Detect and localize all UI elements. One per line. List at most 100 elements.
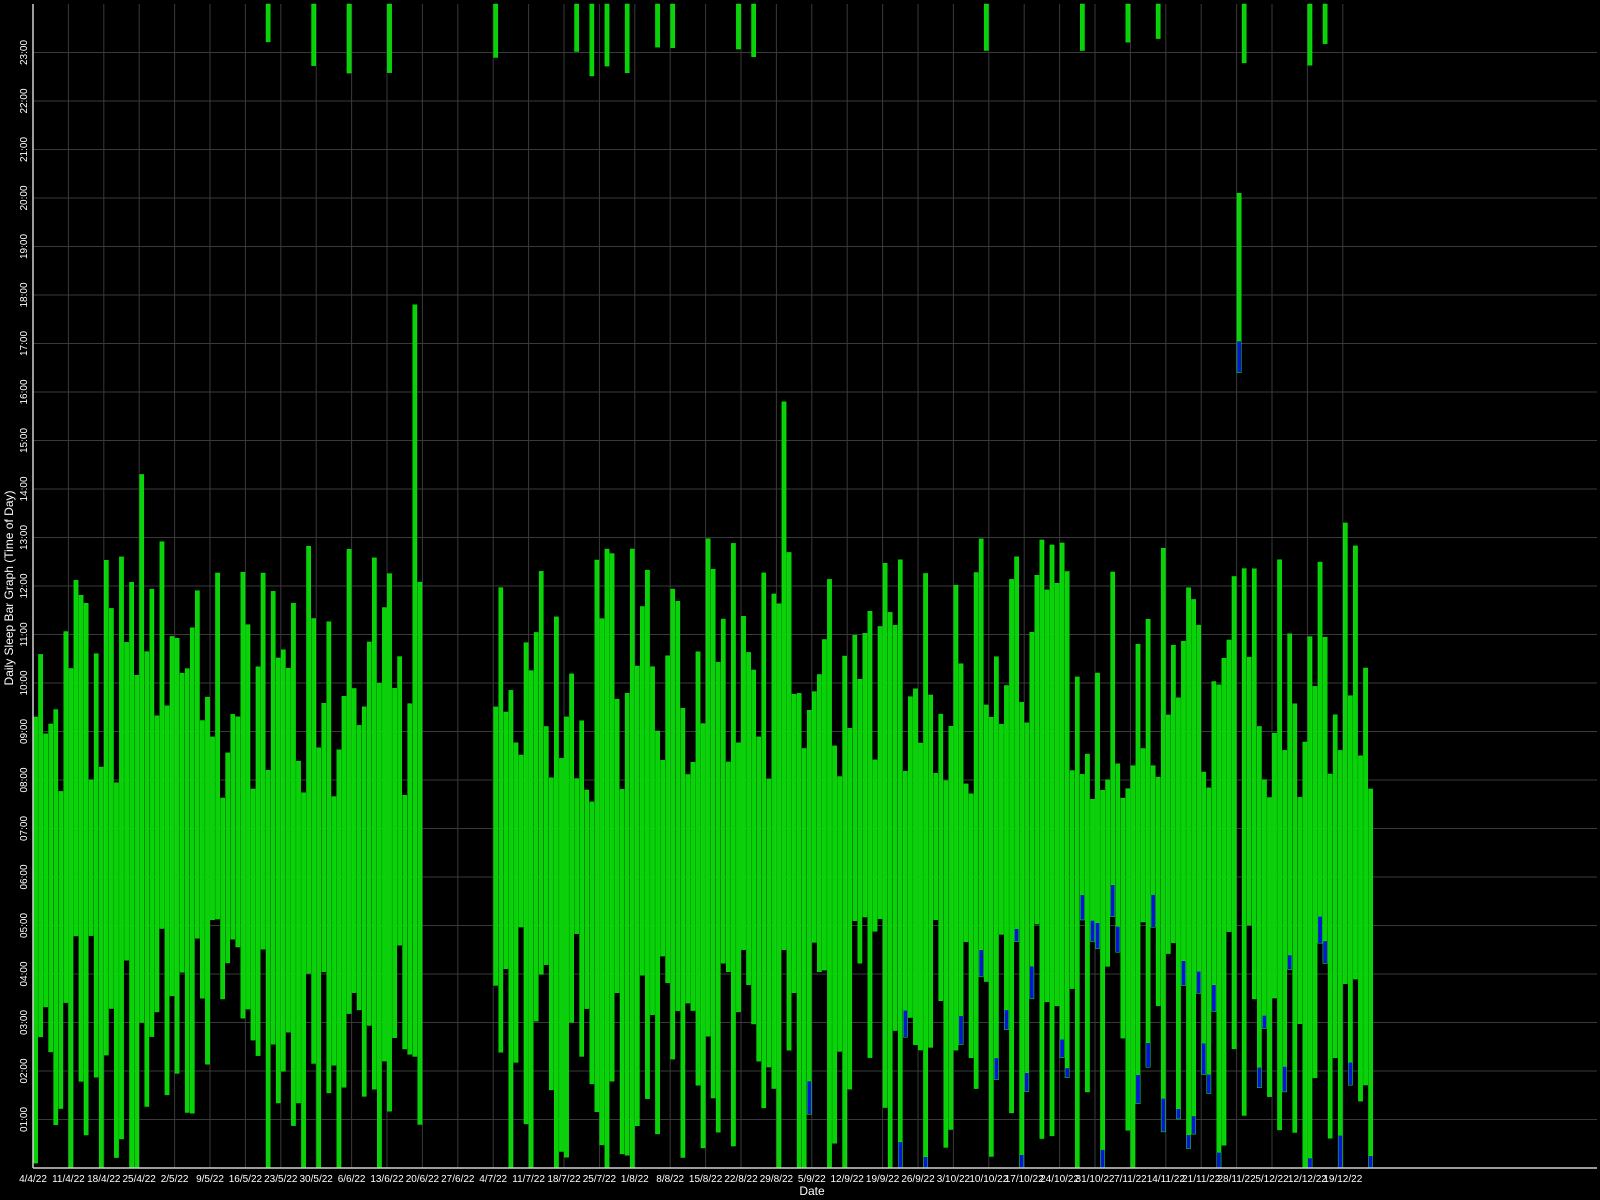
sleep-bar — [1044, 589, 1050, 1003]
secondary-segment — [1145, 1042, 1151, 1068]
sleep-bar — [1165, 714, 1171, 954]
sleep-bar — [700, 723, 706, 1149]
sleep-bar — [867, 611, 873, 1058]
late-night-bar — [1080, 3, 1085, 51]
x-tick-label: 25/7/22 — [583, 1174, 617, 1185]
sleep-bar — [382, 607, 387, 1062]
sleep-bar — [225, 752, 231, 964]
sleep-bar — [771, 593, 777, 1089]
secondary-segment — [1201, 1042, 1207, 1075]
sleep-bar — [832, 745, 837, 1144]
late-night-bar — [493, 3, 499, 58]
x-tick-label: 19/9/22 — [866, 1174, 900, 1185]
sleep-bar — [908, 696, 913, 1018]
sleep-bar — [1262, 779, 1267, 1029]
x-tick-label: 1/8/22 — [621, 1174, 649, 1185]
sleep-bar — [1282, 750, 1287, 1093]
y-axis-title: Daily Sleep Bar Graph (Time of Day) — [2, 491, 16, 686]
sleep-bar — [1125, 788, 1131, 1131]
y-tick-label: 18:00 — [19, 282, 30, 307]
secondary-segment — [1337, 1135, 1343, 1169]
sleep-bar — [1120, 797, 1126, 1039]
sleep-bar — [923, 573, 928, 1169]
sleep-bar — [366, 641, 372, 1026]
sleep-bar — [1363, 667, 1368, 1086]
sleep-bar — [372, 557, 377, 1090]
sleep-bar — [417, 581, 423, 1125]
sleep-bar — [624, 693, 630, 1156]
sleep-bar — [1095, 672, 1100, 949]
x-tick-label: 15/8/22 — [689, 1174, 723, 1185]
secondary-segment — [1257, 1067, 1262, 1088]
sleep-bar — [109, 608, 114, 1009]
sleep-bar — [852, 635, 858, 921]
sleep-bar — [326, 621, 332, 1094]
sleep-bar — [1251, 568, 1257, 1000]
secondary-segment — [1287, 954, 1293, 970]
sleep-bar — [38, 654, 43, 1038]
sleep-bar — [1216, 684, 1222, 1169]
sleep-bar — [604, 548, 610, 1169]
secondary-segment — [1160, 1098, 1166, 1133]
sleep-bar — [1327, 773, 1333, 1139]
secondary-segment — [903, 1010, 908, 1038]
sleep-bar — [817, 674, 822, 972]
sleep-bar — [1353, 545, 1358, 980]
sleep-bar — [594, 559, 600, 1112]
sleep-bar — [63, 631, 69, 1003]
x-tick-label: 28/11/22 — [1218, 1174, 1257, 1185]
sleep-bar — [584, 789, 590, 1009]
sleep-bar — [791, 694, 797, 994]
sleep-bar — [397, 656, 402, 946]
y-tick-label: 16:00 — [19, 379, 30, 404]
x-tick-label: 29/8/22 — [760, 1174, 794, 1185]
sleep-bar — [98, 766, 104, 1169]
sleep-bar — [1241, 568, 1247, 1116]
sleep-bar — [549, 777, 554, 1091]
sleep-bar — [994, 656, 999, 1080]
x-axis-title: Date — [799, 1184, 825, 1198]
sleep-bar — [1171, 645, 1176, 943]
y-tick-label: 01:00 — [19, 1107, 30, 1132]
sleep-bar — [1090, 798, 1095, 942]
sleep-bar — [1272, 732, 1277, 999]
sleep-bar — [1069, 770, 1075, 989]
sleep-bar — [533, 632, 539, 1022]
sleep-bar — [1277, 559, 1282, 1131]
x-tick-label: 23/5/22 — [264, 1174, 298, 1185]
sleep-bar — [119, 556, 124, 1140]
y-tick-label: 02:00 — [19, 1058, 30, 1083]
x-tick-label: 22/8/22 — [724, 1174, 758, 1185]
sleep-bar — [655, 730, 660, 1135]
secondary-segment — [1115, 926, 1121, 953]
sleep-bar — [1221, 657, 1227, 1146]
sleep-bar — [1009, 579, 1014, 1114]
sleep-bar — [589, 801, 595, 1085]
secondary-segment — [1317, 916, 1323, 944]
sleep-bar — [164, 705, 170, 1096]
sleep-bar — [887, 612, 893, 1169]
sleep-bar — [220, 797, 225, 1000]
sleep-bar — [1317, 561, 1323, 944]
sleep-bar — [412, 304, 418, 1057]
sleep-bar — [134, 674, 140, 1169]
secondary-segment — [958, 1015, 964, 1045]
x-tick-label: 9/5/22 — [196, 1174, 224, 1185]
secondary-segment — [1110, 884, 1116, 917]
secondary-segment — [978, 949, 984, 978]
late-night-bar — [1322, 3, 1328, 44]
sleep-bar — [715, 661, 721, 1133]
sleep-bar — [205, 696, 210, 1065]
y-tick-label: 17:00 — [19, 331, 30, 356]
sleep-bar — [640, 606, 645, 976]
sleep-bar — [1155, 776, 1161, 1007]
sleep-bar — [124, 642, 129, 961]
sleep-bar — [554, 616, 559, 1169]
sleep-bar — [1034, 575, 1040, 925]
sleep-bar — [1130, 765, 1136, 1169]
sleep-bar — [1322, 637, 1328, 964]
sleep-bar — [913, 688, 918, 1045]
sleep-bar — [978, 538, 984, 978]
secondary-segment — [994, 1057, 999, 1080]
sleep-bar — [710, 569, 716, 1099]
